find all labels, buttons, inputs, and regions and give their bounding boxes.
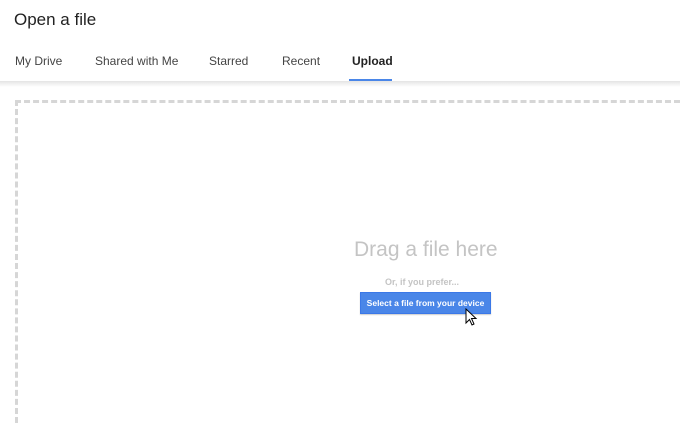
prefer-text: Or, if you prefer... (385, 277, 460, 287)
mouse-cursor-icon (465, 308, 478, 326)
dialog-title: Open a file (14, 10, 97, 29)
upload-dropzone[interactable] (15, 100, 680, 423)
tab-recent[interactable]: Recent (282, 54, 320, 68)
header-divider (0, 81, 680, 87)
tab-upload[interactable]: Upload (352, 54, 393, 68)
drag-file-text: Drag a file here (354, 238, 498, 261)
tab-shared-with-me[interactable]: Shared with Me (95, 54, 178, 68)
tab-bar: My Drive Shared with Me Starred Recent U… (0, 44, 680, 81)
tab-my-drive[interactable]: My Drive (15, 54, 62, 68)
tab-starred[interactable]: Starred (209, 54, 248, 68)
